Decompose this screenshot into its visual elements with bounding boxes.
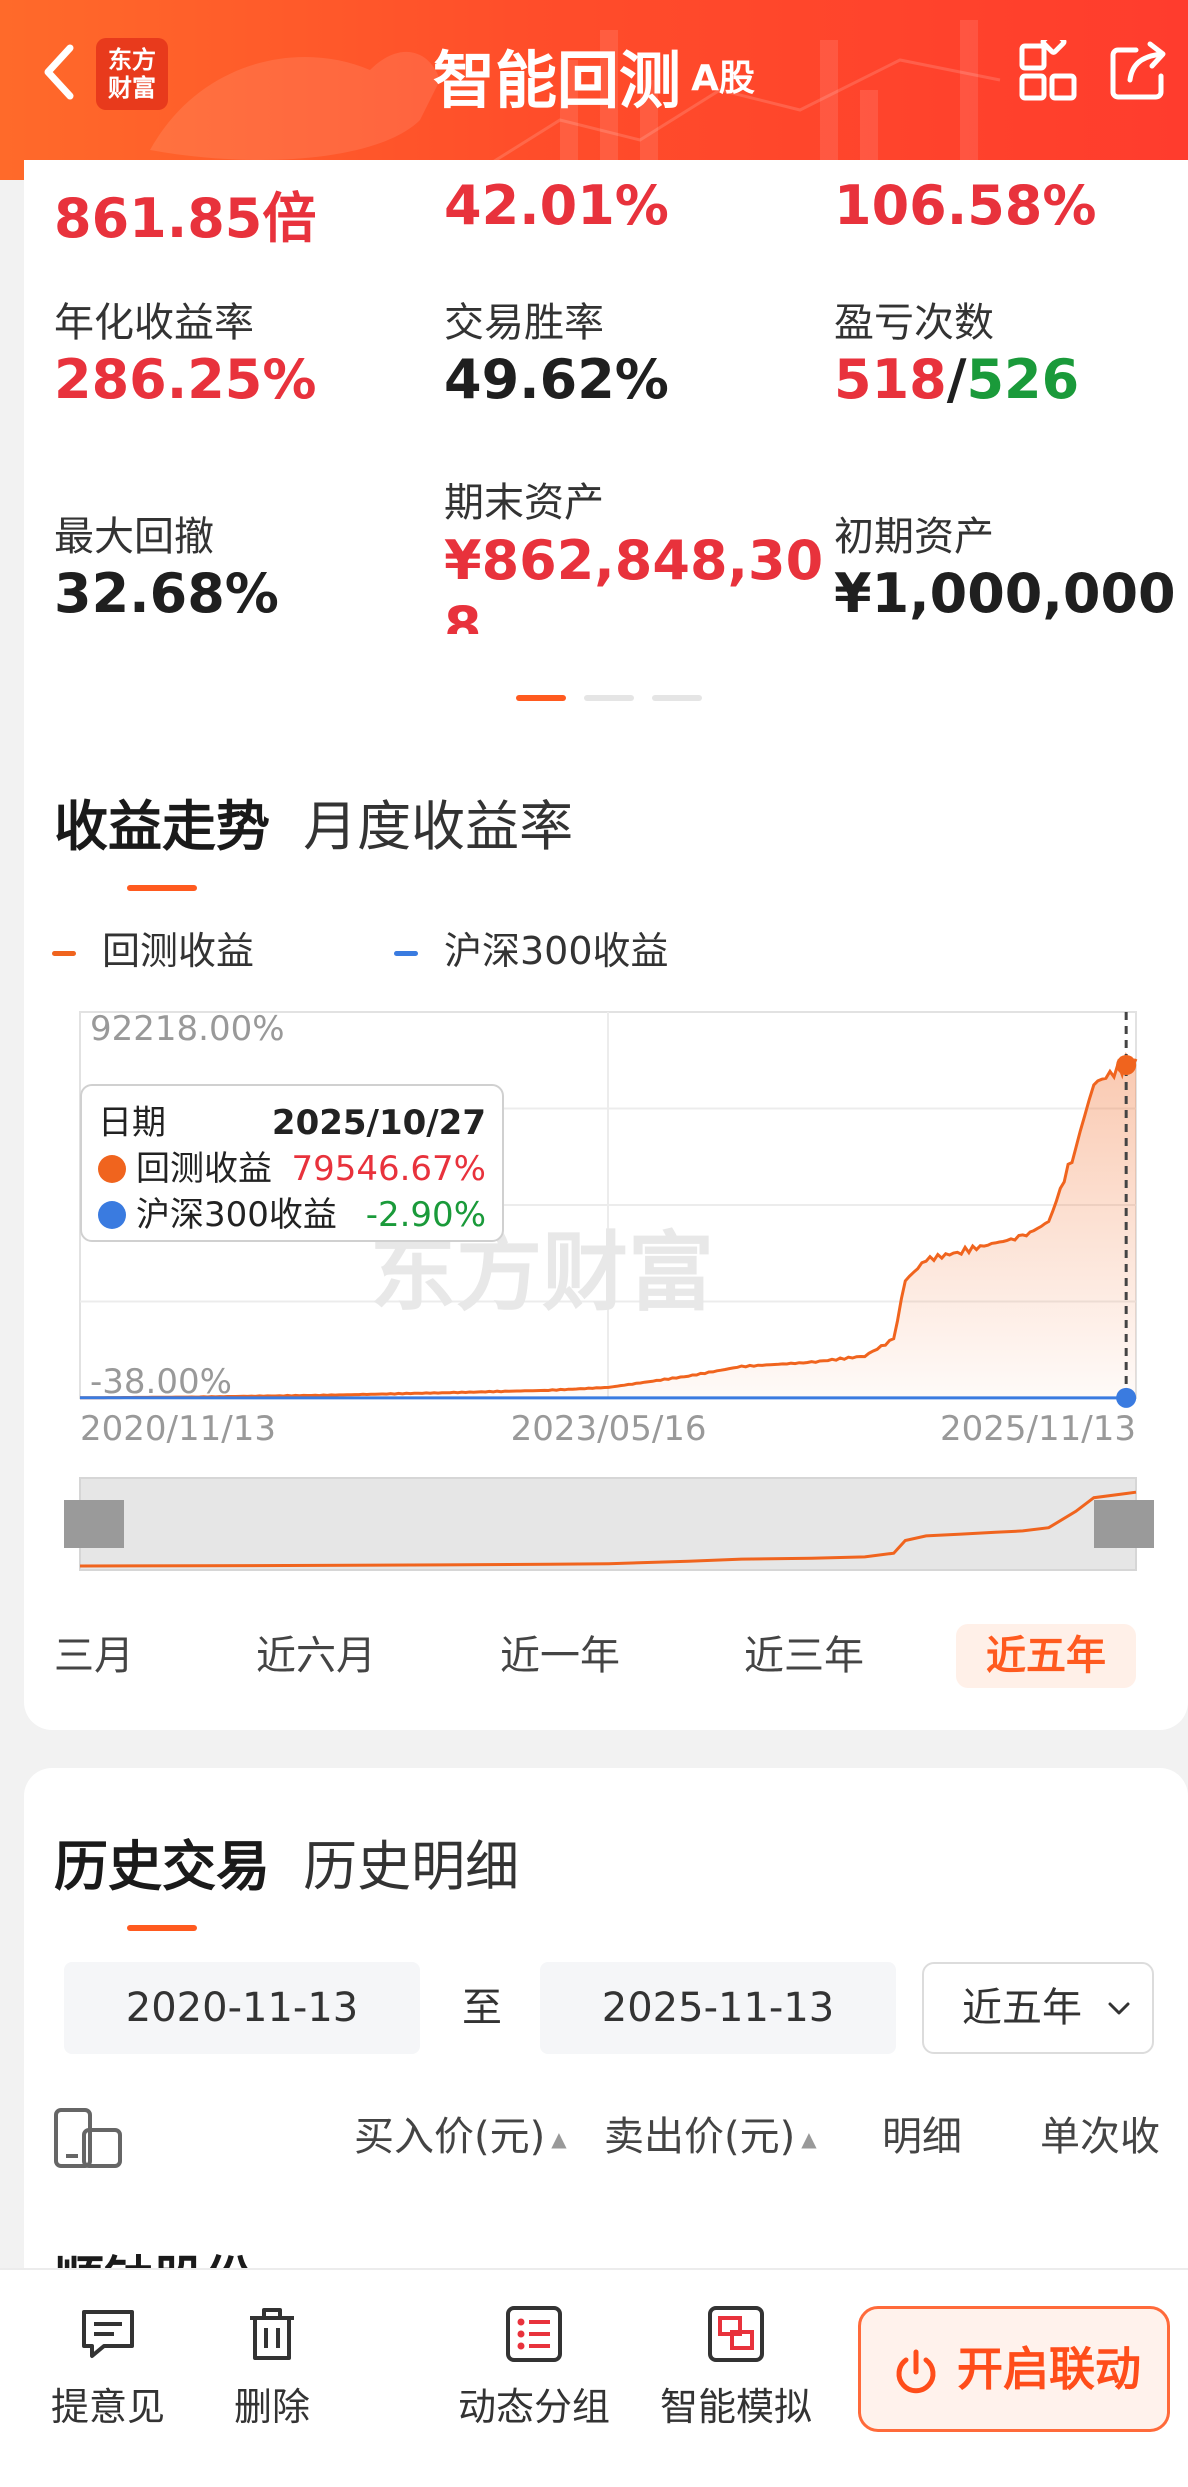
- tooltip-value-hs300: -2.90%: [365, 1195, 486, 1235]
- x-tick-label: 2020/11/13: [80, 1409, 276, 1449]
- navigator-track: [79, 1477, 1137, 1571]
- sort-icon: ▲: [551, 2127, 567, 2151]
- x-tick-label: 2023/05/16: [511, 1409, 707, 1449]
- tooltip-date: 2025/10/27: [271, 1103, 486, 1143]
- y-max-label: 92218.00%: [90, 1009, 285, 1049]
- tooltip-date-label: 日期: [98, 1103, 166, 1143]
- chevron-down-icon: [1108, 2002, 1130, 2015]
- feedback-button[interactable]: 提意见: [18, 2304, 198, 2431]
- col-buy-price[interactable]: 买入价(元) ▲: [354, 2104, 567, 2162]
- navigator-handle-left[interactable]: [64, 1500, 124, 1548]
- start-date-field[interactable]: 2020-11-13: [64, 1962, 420, 2054]
- range-3y[interactable]: 近三年: [744, 1624, 864, 1688]
- tooltip-dot: [98, 1154, 126, 1183]
- y-min-label: -38.00%: [90, 1362, 232, 1402]
- range-3m[interactable]: 三月: [54, 1624, 134, 1688]
- tooltip-dot: [98, 1200, 126, 1229]
- return-chart[interactable]: 东方财富 92218.00% -38.00% 2020/11/13 2023/05…: [0, 0, 1188, 1620]
- dynamic-group-button[interactable]: 动态分组: [444, 2304, 624, 2431]
- date-separator: 至: [462, 1985, 502, 2031]
- col-single-return: 单次收: [1040, 2114, 1160, 2160]
- power-icon: [896, 2349, 936, 2394]
- tab-history-trades[interactable]: 历史交易: [54, 1822, 270, 1901]
- trash-icon: [250, 2308, 294, 2360]
- sort-icon: ▲: [801, 2127, 817, 2151]
- list-icon: [506, 2306, 562, 2362]
- history-tabs: 历史交易 历史明细: [54, 1822, 547, 1901]
- range-6m[interactable]: 近六月: [256, 1624, 376, 1688]
- bottom-action-bar: 提意见 删除 动态分组 智能模拟 开启联动: [0, 2268, 1188, 2487]
- range-1y[interactable]: 近一年: [500, 1624, 620, 1688]
- feedback-icon: [82, 2310, 134, 2358]
- col-sell-price[interactable]: 卖出价(元) ▲: [604, 2104, 817, 2162]
- navigator-handle-right[interactable]: [1094, 1500, 1154, 1548]
- end-date-field[interactable]: 2025-11-13: [540, 1962, 896, 2054]
- range-5y[interactable]: 近五年: [956, 1624, 1136, 1688]
- layout-toggle-icon[interactable]: [54, 2108, 124, 2170]
- col-detail: 明细: [882, 2114, 962, 2160]
- range-navigator[interactable]: [64, 1477, 1154, 1571]
- tab-history-details[interactable]: 历史明细: [303, 1822, 519, 1901]
- simulate-icon: [708, 2306, 764, 2362]
- chart-tooltip: 日期 2025/10/27 回测收益 79546.67% 沪深300收益 -2.…: [80, 1084, 504, 1242]
- point-hs300: [1116, 1387, 1137, 1408]
- smart-simulate-button[interactable]: 智能模拟: [646, 2304, 826, 2431]
- period-select[interactable]: 近五年: [922, 1962, 1154, 2054]
- point-backtest: [1116, 1055, 1137, 1076]
- x-tick-labels: 2020/11/13 2023/05/16 2025/11/13: [80, 1409, 1136, 1449]
- delete-button[interactable]: 删除: [182, 2304, 362, 2431]
- tooltip-value-backtest: 79546.67%: [291, 1149, 486, 1189]
- start-linkage-button[interactable]: 开启联动: [858, 2306, 1170, 2432]
- x-tick-label: 2025/11/13: [940, 1409, 1136, 1449]
